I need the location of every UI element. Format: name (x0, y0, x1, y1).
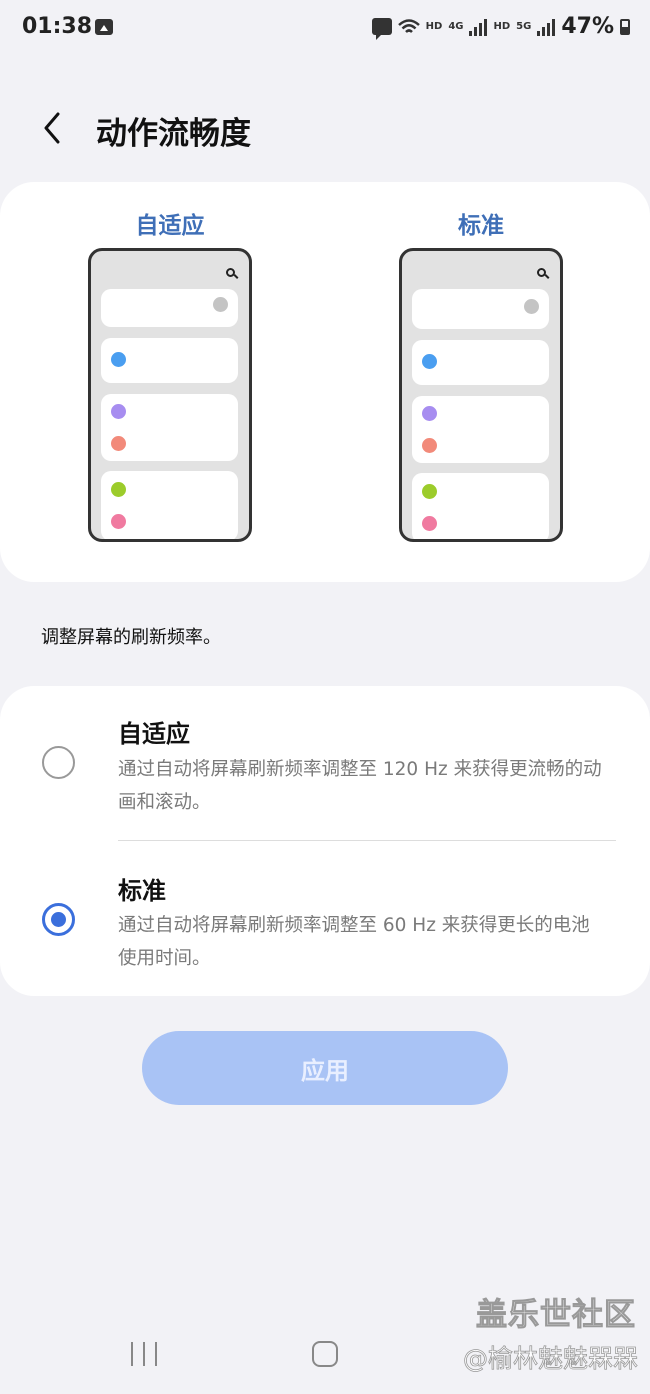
recents-icon (131, 1342, 133, 1366)
option-standard-title: 标准 (118, 877, 166, 905)
network-type-badge-2: 5G (516, 21, 532, 32)
preview-adaptive: 自适应 (50, 182, 290, 582)
mock-dot (213, 297, 228, 312)
status-bar: 01:38 HD 4G HD 5G 47% (0, 0, 650, 60)
page-title: 动作流畅度 (96, 116, 251, 152)
recents-icon-bar (155, 1342, 157, 1366)
signal-icon-2 (537, 18, 556, 36)
preview-card: 自适应 标准 (0, 182, 650, 582)
mock-dot (111, 436, 126, 451)
chevron-left-icon (44, 112, 60, 144)
mock-card (412, 340, 549, 385)
preview-label-adaptive: 自适应 (135, 213, 205, 239)
watermark-user: @榆林魅魅槑槑 (462, 1344, 639, 1374)
radio-adaptive[interactable] (42, 746, 75, 779)
option-adaptive-subtitle: 通过自动将屏幕刷新频率调整至 120 Hz 来获得更流畅的动画和滚动。 (118, 759, 602, 813)
preview-standard: 标准 (361, 182, 601, 582)
mock-dot (422, 406, 437, 421)
mock-dot (111, 404, 126, 419)
mock-card (101, 289, 238, 327)
battery-icon (620, 18, 630, 35)
wifi-icon (397, 18, 420, 33)
home-button[interactable] (312, 1341, 338, 1367)
option-standard-subtitle: 通过自动将屏幕刷新频率调整至 60 Hz 来获得更长的电池使用时间。 (118, 915, 590, 969)
mock-dot (422, 516, 437, 531)
mock-dot (111, 482, 126, 497)
description-text: 调整屏幕的刷新频率。 (41, 627, 221, 648)
hd-badge-2: HD (493, 21, 511, 32)
option-adaptive[interactable]: 自适应 通过自动将屏幕刷新频率调整至 120 Hz 来获得更流畅的动画和滚动。 (0, 686, 650, 840)
refresh-rate-options: 自适应 通过自动将屏幕刷新频率调整至 120 Hz 来获得更流畅的动画和滚动。 … (0, 686, 650, 996)
recents-button[interactable] (131, 1342, 157, 1366)
status-icons: HD 4G HD 5G 47% (371, 14, 630, 40)
mock-card (101, 338, 238, 383)
mock-dot (111, 352, 126, 367)
mock-card (412, 289, 549, 329)
mock-card (412, 473, 549, 539)
mock-card (101, 471, 238, 539)
mock-dot (422, 438, 437, 453)
mock-card (412, 396, 549, 463)
phone-illustration-standard (399, 248, 563, 542)
message-notification-icon (371, 18, 392, 40)
signal-icon (469, 18, 488, 36)
battery-percent: 47% (561, 14, 614, 39)
watermark-community: 盖乐世社区 (476, 1297, 636, 1334)
mock-dot (422, 484, 437, 499)
apply-button[interactable]: 应用 (142, 1031, 508, 1105)
option-standard[interactable]: 标准 通过自动将屏幕刷新频率调整至 60 Hz 来获得更长的电池使用时间。 (0, 841, 650, 996)
mock-card (101, 394, 238, 461)
network-type-badge: 4G (448, 21, 464, 32)
option-adaptive-title: 自适应 (118, 720, 190, 748)
recents-icon-bar (143, 1342, 145, 1366)
gallery-notification-icon (95, 19, 113, 35)
search-icon (537, 268, 546, 277)
radio-standard[interactable] (42, 903, 75, 936)
mock-dot (524, 299, 539, 314)
search-icon (226, 268, 235, 277)
preview-label-standard: 标准 (458, 213, 504, 239)
mock-dot (111, 514, 126, 529)
status-time: 01:38 (22, 14, 93, 39)
phone-illustration-adaptive (88, 248, 252, 542)
mock-dot (422, 354, 437, 369)
back-button[interactable] (38, 108, 74, 148)
hd-badge: HD (425, 21, 443, 32)
